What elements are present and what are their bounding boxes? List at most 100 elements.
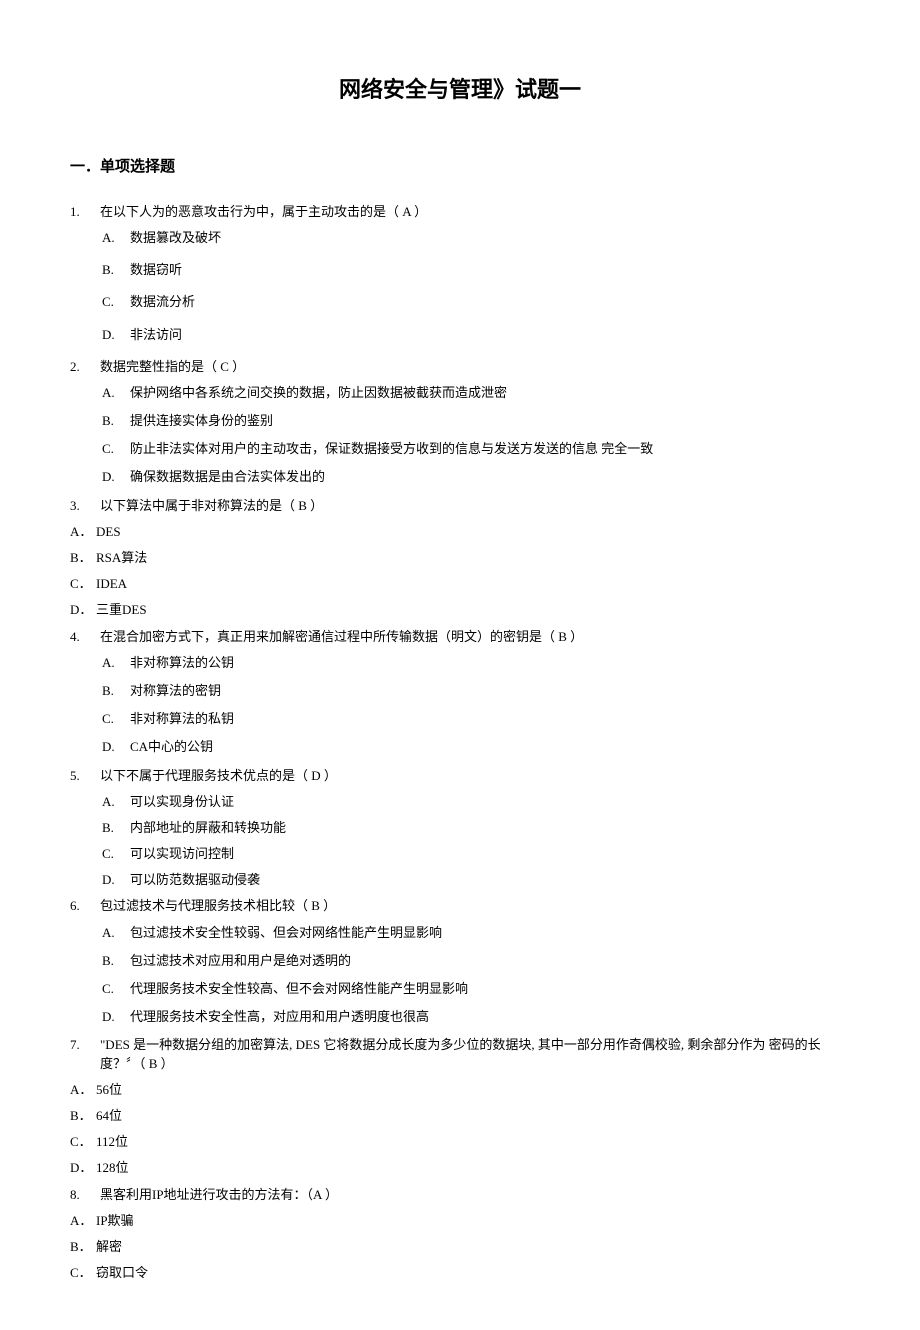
question-text: 以下不属于代理服务技术优点的是（ D ） [100,767,850,785]
option-label: D. [102,468,130,486]
option-label: C. [102,440,130,458]
option-text: CA中心的公钥 [130,738,850,756]
option-c: C．112位 [70,1133,850,1151]
option-text: 代理服务技术安全性较高、但不会对网络性能产生明显影响 [130,980,850,998]
option-b: B.提供连接实体身份的鉴别 [102,412,850,430]
option-b: B.包过滤技术对应用和用户是绝对透明的 [102,952,850,970]
option-c: C.防止非法实体对用户的主动攻击，保证数据接受方收到的信息与发送方发送的信息 完… [102,440,850,458]
option-text: 64位 [96,1107,122,1125]
option-text: 保护网络中各系统之间交换的数据，防止因数据被截获而造成泄密 [130,384,850,402]
option-b: B．RSA算法 [70,549,850,567]
option-a: A.可以实现身份认证 [102,793,850,811]
option-text: 可以实现访问控制 [130,845,850,863]
option-d: D．128位 [70,1159,850,1177]
option-a: A.数据篡改及破坏 [102,229,850,247]
option-label: C. [102,293,130,311]
option-label: D. [102,1008,130,1026]
option-text: 128位 [96,1159,129,1177]
option-label: B. [102,412,130,430]
option-b: B．64位 [70,1107,850,1125]
option-label: A. [102,924,130,942]
option-label: C． [70,1264,96,1282]
option-label: C． [70,575,96,593]
option-d: D.代理服务技术安全性高，对应用和用户透明度也很高 [102,1008,850,1026]
question-number: 3. [70,497,100,515]
option-text: 防止非法实体对用户的主动攻击，保证数据接受方收到的信息与发送方发送的信息 完全一… [130,440,850,458]
question-text: 数据完整性指的是（ C ） [100,358,850,376]
option-text: 内部地址的屏蔽和转换功能 [130,819,850,837]
question-2: 2. 数据完整性指的是（ C ） A.保护网络中各系统之间交换的数据，防止因数据… [70,358,850,487]
question-text: 在混合加密方式下，真正用来加解密通信过程中所传输数据（明文）的密钥是（ B ） [100,628,850,646]
question-3: 3. 以下算法中属于非对称算法的是（ B ） A．DES B．RSA算法 C．I… [70,497,850,620]
option-label: B． [70,549,96,567]
option-c: C.代理服务技术安全性较高、但不会对网络性能产生明显影响 [102,980,850,998]
option-text: IDEA [96,575,127,593]
question-text: "DES 是一种数据分组的加密算法, DES 它将数据分成长度为多少位的数据块,… [100,1036,850,1072]
option-text: 56位 [96,1081,122,1099]
question-number: 4. [70,628,100,646]
option-label: B. [102,261,130,279]
option-text: 非法访问 [130,326,850,344]
option-text: 代理服务技术安全性高，对应用和用户透明度也很高 [130,1008,850,1026]
question-number: 5. [70,767,100,785]
option-label: D． [70,1159,96,1177]
question-number: 7. [70,1036,100,1054]
option-d: D.CA中心的公钥 [102,738,850,756]
option-d: D.确保数据数据是由合法实体发出的 [102,468,850,486]
option-label: B. [102,952,130,970]
option-text: 解密 [96,1238,122,1256]
option-a: A．56位 [70,1081,850,1099]
option-c: C．IDEA [70,575,850,593]
option-text: 包过滤技术对应用和用户是绝对透明的 [130,952,850,970]
option-text: 112位 [96,1133,128,1151]
option-text: 数据窃听 [130,261,850,279]
option-label: D． [70,601,96,619]
option-d: D.非法访问 [102,326,850,344]
option-b: B．解密 [70,1238,850,1256]
option-text: 三重DES [96,601,147,619]
question-text: 包过滤技术与代理服务技术相比较（ B ） [100,897,850,915]
option-label: A． [70,1081,96,1099]
option-label: B. [102,682,130,700]
option-label: A. [102,384,130,402]
option-b: B.内部地址的屏蔽和转换功能 [102,819,850,837]
option-label: A. [102,654,130,672]
option-label: D. [102,326,130,344]
option-label: C. [102,710,130,728]
option-c: C.可以实现访问控制 [102,845,850,863]
option-text: DES [96,523,121,541]
question-7: 7. "DES 是一种数据分组的加密算法, DES 它将数据分成长度为多少位的数… [70,1036,850,1177]
option-c: C.数据流分析 [102,293,850,311]
document-title: 网络安全与管理》试题一 [70,75,850,106]
question-text: 黑客利用IP地址进行攻击的方法有：（A ） [100,1186,850,1204]
question-6: 6. 包过滤技术与代理服务技术相比较（ B ） A.包过滤技术安全性较弱、但会对… [70,897,850,1026]
option-a: A.非对称算法的公钥 [102,654,850,672]
option-text: 数据流分析 [130,293,850,311]
option-text: 确保数据数据是由合法实体发出的 [130,468,850,486]
option-label: C. [102,845,130,863]
option-label: B． [70,1238,96,1256]
option-a: A.包过滤技术安全性较弱、但会对网络性能产生明显影响 [102,924,850,942]
option-text: IP欺骗 [96,1212,134,1230]
question-1: 1. 在以下人为的恶意攻击行为中，属于主动攻击的是（ A ） A.数据篡改及破坏… [70,203,850,344]
option-text: 非对称算法的公钥 [130,654,850,672]
option-c: C．窃取口令 [70,1264,850,1282]
option-label: D. [102,871,130,889]
option-text: RSA算法 [96,549,147,567]
option-text: 包过滤技术安全性较弱、但会对网络性能产生明显影响 [130,924,850,942]
option-c: C.非对称算法的私钥 [102,710,850,728]
option-b: B.数据窃听 [102,261,850,279]
question-8: 8. 黑客利用IP地址进行攻击的方法有：（A ） A．IP欺骗 B．解密 C．窃… [70,1186,850,1283]
option-label: A． [70,1212,96,1230]
option-a: A．IP欺骗 [70,1212,850,1230]
option-label: B. [102,819,130,837]
option-text: 提供连接实体身份的鉴别 [130,412,850,430]
question-5: 5. 以下不属于代理服务技术优点的是（ D ） A.可以实现身份认证 B.内部地… [70,767,850,890]
option-text: 可以实现身份认证 [130,793,850,811]
option-label: A． [70,523,96,541]
option-text: 窃取口令 [96,1264,148,1282]
option-d: D．三重DES [70,601,850,619]
option-label: B． [70,1107,96,1125]
option-b: B.对称算法的密钥 [102,682,850,700]
option-a: A．DES [70,523,850,541]
